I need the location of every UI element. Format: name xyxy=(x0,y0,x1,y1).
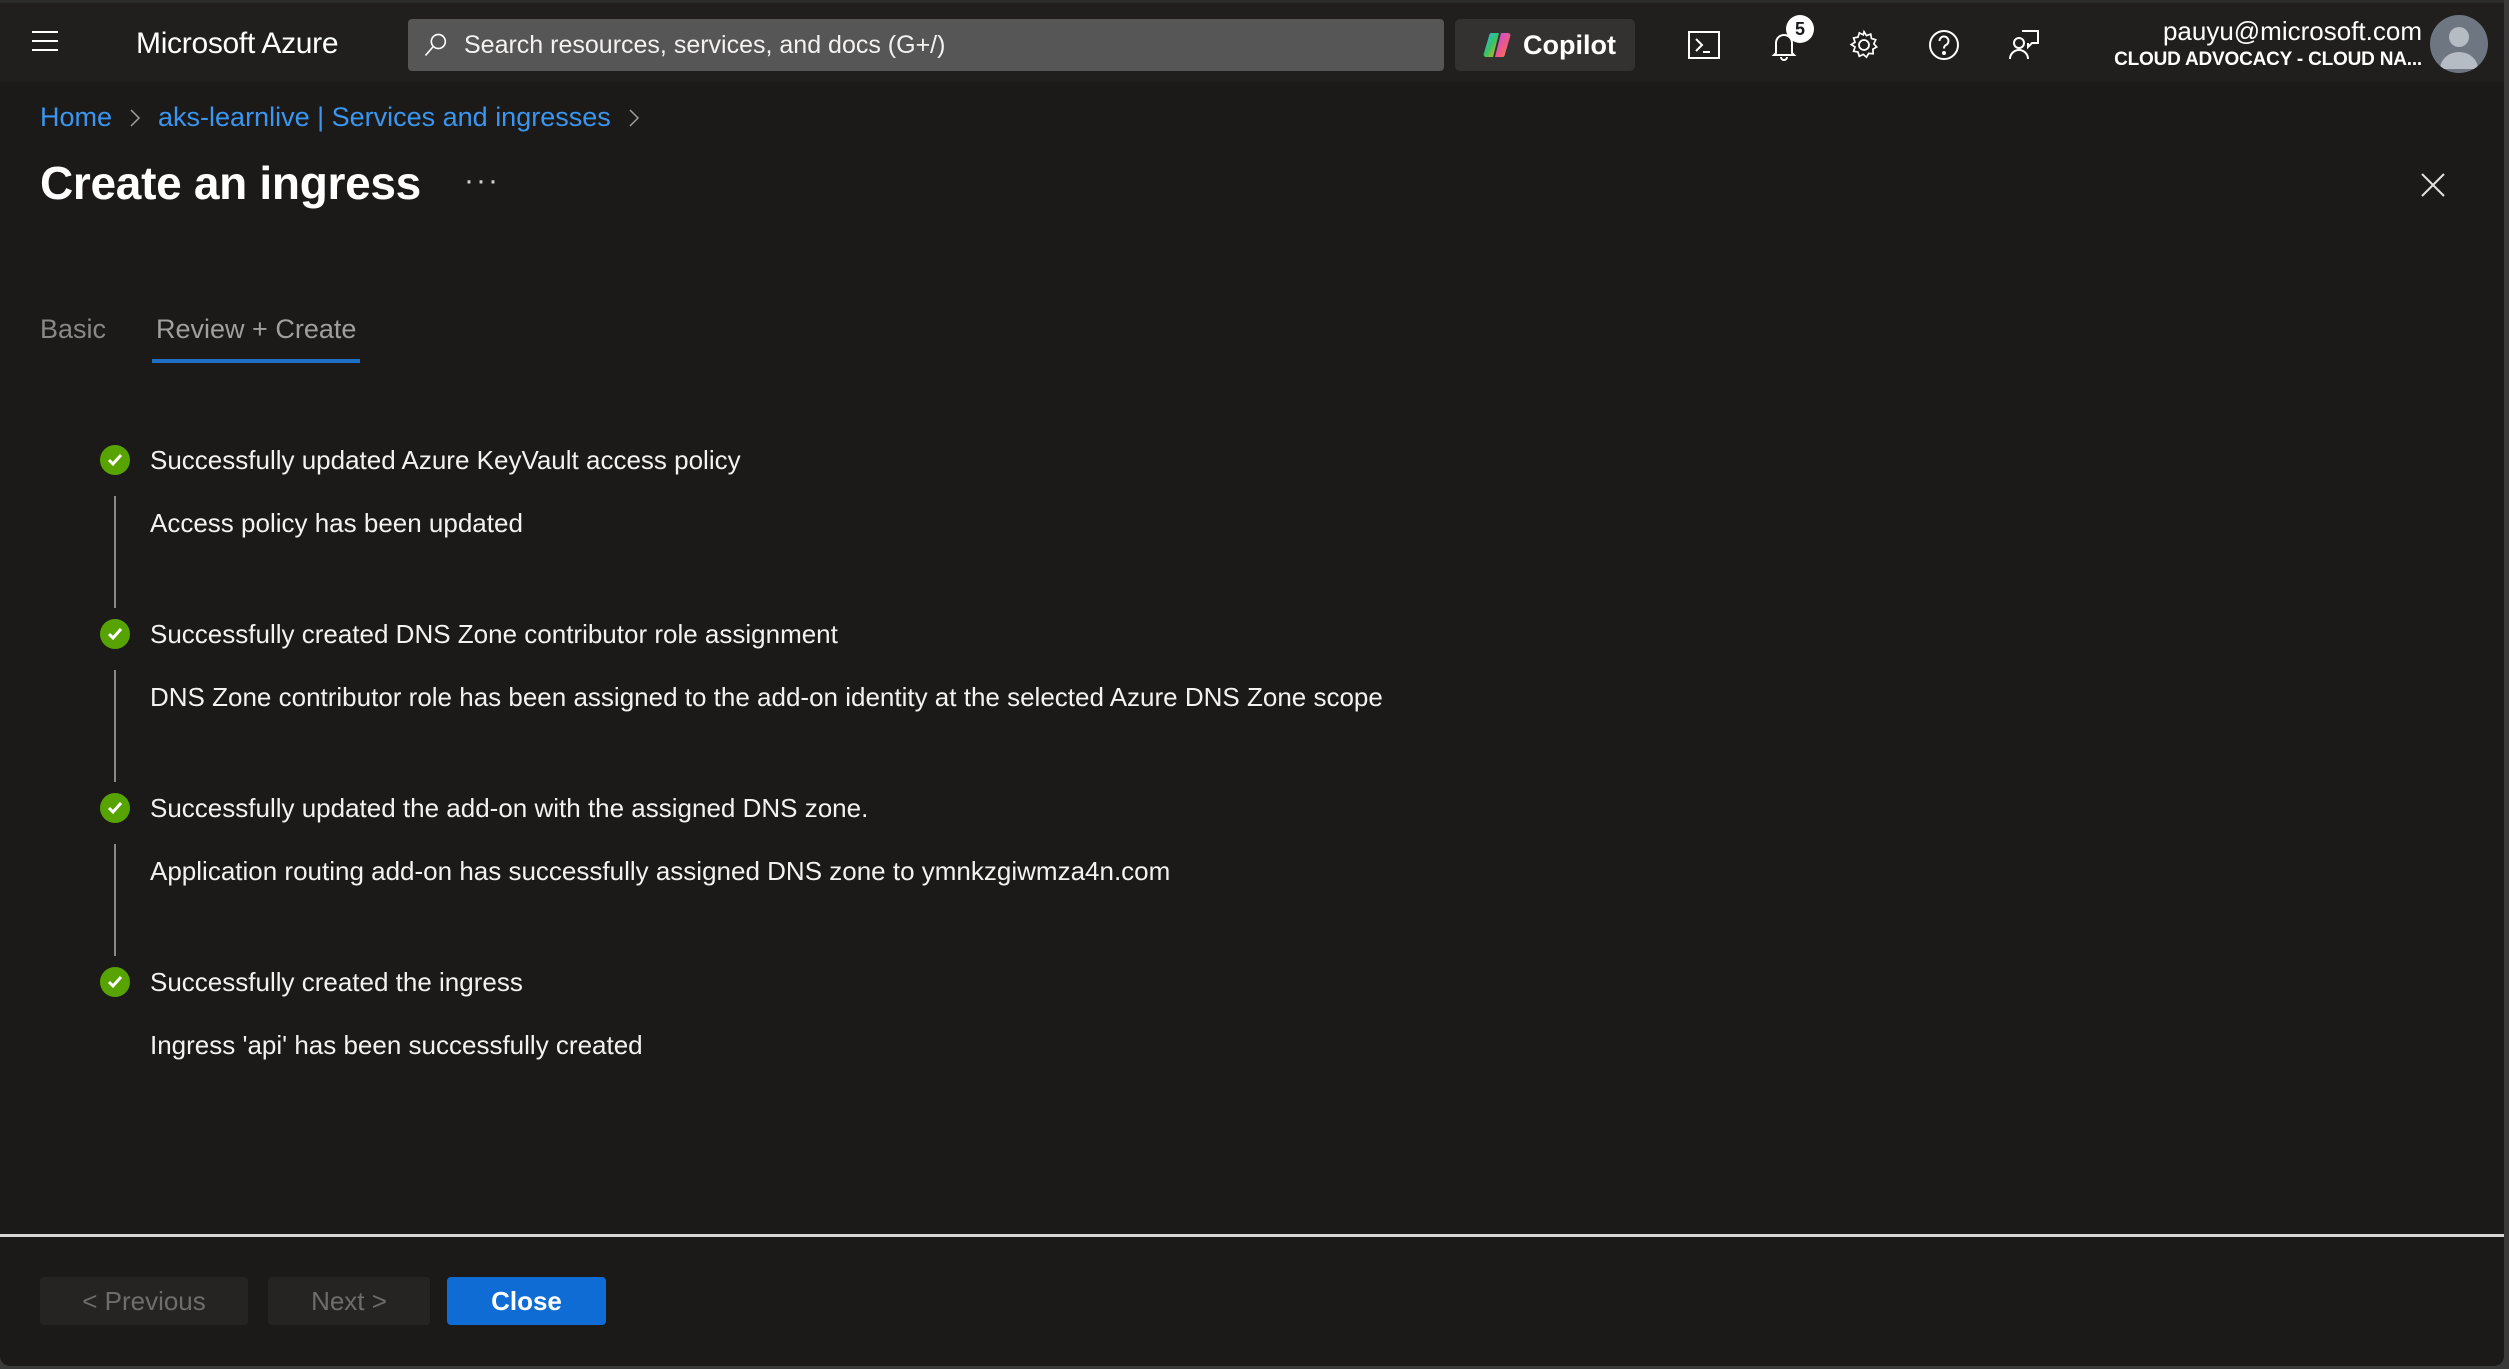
chevron-right-icon xyxy=(629,108,639,127)
wizard-tabs: Basic Review + Create xyxy=(40,314,406,363)
account-menu[interactable]: pauyu@microsoft.com CLOUD ADVOCACY - CLO… xyxy=(2114,15,2422,73)
global-search[interactable] xyxy=(408,19,1444,71)
user-avatar-icon xyxy=(2440,27,2478,69)
brand-title[interactable]: Microsoft Azure xyxy=(136,27,339,61)
account-email: pauyu@microsoft.com xyxy=(2162,16,2422,46)
step-title: Successfully updated Azure KeyVault acce… xyxy=(150,444,741,475)
step-description: Access policy has been updated xyxy=(150,508,523,538)
account-directory: CLOUD ADVOCACY - CLOUD NA... xyxy=(2114,49,2422,70)
search-input[interactable] xyxy=(464,30,1364,60)
success-check-icon xyxy=(100,793,130,823)
footer-divider xyxy=(0,1234,2504,1237)
timeline-connector xyxy=(114,670,116,782)
step-description: DNS Zone contributor role has been assig… xyxy=(150,682,1383,712)
avatar[interactable] xyxy=(2430,15,2488,73)
notification-count-badge: 5 xyxy=(1786,15,1814,43)
tab-basic[interactable]: Basic xyxy=(40,314,106,363)
timeline-connector xyxy=(114,844,116,956)
breadcrumb: Home aks-learnlive | Services and ingres… xyxy=(40,102,657,133)
more-options-button[interactable]: ··· xyxy=(464,164,500,198)
step-item: Successfully updated the add-on with the… xyxy=(100,788,1700,962)
deployment-steps: Successfully updated Azure KeyVault acce… xyxy=(100,440,1700,1136)
breadcrumb-home[interactable]: Home xyxy=(40,102,112,133)
feedback-button[interactable] xyxy=(2004,25,2044,65)
step-title: Successfully created DNS Zone contributo… xyxy=(150,618,838,649)
step-item: Successfully created DNS Zone contributo… xyxy=(100,614,1700,788)
close-button[interactable]: Close xyxy=(447,1277,606,1325)
help-button[interactable] xyxy=(1924,25,1964,65)
chevron-right-icon xyxy=(130,108,141,127)
cloud-shell-button[interactable] xyxy=(1684,25,1724,65)
step-item: Successfully updated Azure KeyVault acce… xyxy=(100,440,1700,614)
top-navigation-bar: Microsoft Azure Copilot xyxy=(0,0,2504,82)
page-title: Create an ingress xyxy=(40,157,421,209)
hamburger-menu-icon[interactable] xyxy=(32,31,62,55)
settings-button[interactable] xyxy=(1844,25,1884,65)
success-check-icon xyxy=(100,619,130,649)
step-item: Successfully created the ingress Ingress… xyxy=(100,962,1700,1136)
search-icon xyxy=(424,33,447,57)
step-description: Ingress 'api' has been successfully crea… xyxy=(150,1030,643,1060)
success-check-icon xyxy=(100,445,130,475)
azure-portal-window: Microsoft Azure Copilot xyxy=(0,0,2504,1366)
tab-review-create[interactable]: Review + Create xyxy=(152,314,361,363)
gear-icon xyxy=(1849,29,1879,59)
previous-button[interactable]: < Previous xyxy=(40,1277,248,1325)
feedback-icon xyxy=(2009,30,2039,60)
copilot-button[interactable]: Copilot xyxy=(1455,19,1635,71)
help-icon xyxy=(1929,30,1959,60)
breadcrumb-services-and-ingresses[interactable]: aks-learnlive | Services and ingresses xyxy=(158,102,611,133)
timeline-connector xyxy=(114,496,116,608)
notifications-button[interactable]: 5 xyxy=(1764,15,1814,65)
success-check-icon xyxy=(100,967,130,997)
step-title: Successfully created the ingress xyxy=(150,966,523,997)
cloud-shell-icon xyxy=(1688,31,1720,59)
copilot-icon xyxy=(1483,33,1511,57)
close-blade-icon[interactable] xyxy=(2418,170,2448,200)
next-button[interactable]: Next > xyxy=(268,1277,430,1325)
copilot-label: Copilot xyxy=(1523,29,1616,60)
step-description: Application routing add-on has successfu… xyxy=(150,856,1171,886)
step-title: Successfully updated the add-on with the… xyxy=(150,792,869,823)
